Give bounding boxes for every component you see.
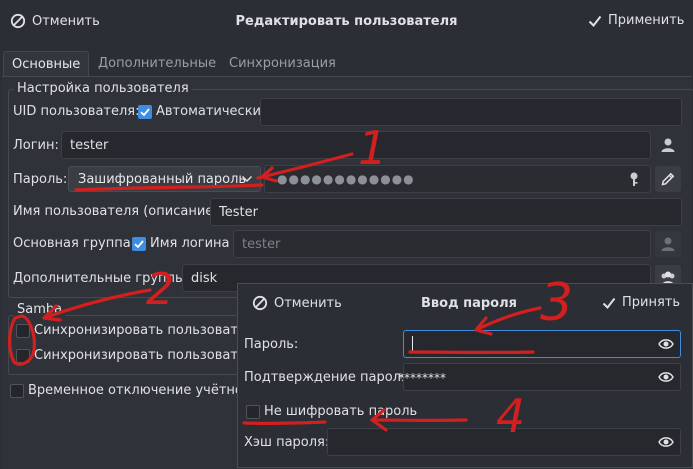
- extra-groups-label: Дополнительные группы:: [13, 271, 190, 286]
- chevron-down-icon: [241, 174, 253, 184]
- dialog-password-input[interactable]: [403, 330, 681, 358]
- primary-group-login-checkbox[interactable]: [132, 237, 146, 251]
- temp-disable-checkbox[interactable]: [10, 384, 24, 398]
- password-type-value: Зашифрованный пароль: [78, 172, 246, 187]
- eye-icon[interactable]: [658, 337, 674, 351]
- password-mask: ●●●●●●●●●●●●: [277, 172, 415, 186]
- password-label: Пароль:: [13, 172, 67, 187]
- dialog-confirm-input[interactable]: ********: [403, 363, 681, 391]
- login-label: Логин:: [13, 138, 59, 153]
- uid-auto-checkbox[interactable]: [138, 105, 152, 119]
- no-encrypt-label: Не шифровать пароль: [264, 404, 417, 419]
- tab-sync[interactable]: Синхронизация: [229, 52, 336, 76]
- user-icon[interactable]: [655, 132, 681, 158]
- no-encrypt-checkbox[interactable]: [246, 405, 260, 419]
- login-input[interactable]: tester: [61, 131, 651, 159]
- fullname-input[interactable]: Tester: [210, 198, 682, 226]
- dialog-title: Ввод пароля: [421, 296, 517, 311]
- tab-advanced[interactable]: Дополнительные: [98, 52, 216, 76]
- tab-basic[interactable]: Основные: [3, 51, 89, 78]
- password-type-select[interactable]: Зашифрованный пароль: [68, 166, 261, 192]
- checkmark-icon: [588, 14, 602, 28]
- eye-icon[interactable]: [658, 435, 674, 449]
- dialog-cancel-label: Отменить: [274, 296, 342, 311]
- uid-input[interactable]: [260, 98, 682, 126]
- extra-groups-value: disk: [191, 271, 217, 286]
- checkmark-icon: [138, 105, 152, 119]
- key-icon: [627, 171, 641, 187]
- dialog-password-label: Пароль:: [244, 337, 298, 352]
- text-caret: [412, 336, 413, 352]
- user-settings-title: Настройка пользователя: [14, 81, 192, 96]
- primary-group-login-label: Имя логина: [150, 236, 230, 251]
- cancel-icon: [252, 295, 268, 311]
- temp-disable-label: Временное отключение учётной: [28, 383, 251, 398]
- user-icon: [660, 236, 676, 252]
- select-group-button[interactable]: [655, 231, 681, 257]
- samba-title: Samba: [14, 302, 65, 317]
- dialog-header: Отменить Редактировать пользователя Прим…: [0, 0, 693, 44]
- samba-sync1-checkbox[interactable]: [16, 324, 30, 338]
- uid-label: UID пользователя:: [13, 104, 140, 119]
- password-display[interactable]: ●●●●●●●●●●●●: [264, 165, 651, 193]
- fullname-value: Tester: [219, 205, 258, 220]
- hash-label: Хэш пароля:: [244, 435, 329, 450]
- eye-icon[interactable]: [658, 370, 674, 384]
- edit-password-button[interactable]: [655, 166, 681, 192]
- dialog-accept-label: Принять: [622, 295, 680, 310]
- apply-button[interactable]: Применить: [588, 13, 684, 28]
- checkmark-icon: [132, 237, 146, 251]
- fullname-label: Имя пользователя (описание):: [13, 204, 223, 219]
- dialog-accept-button[interactable]: Принять: [602, 295, 680, 310]
- dialog-confirm-value: ********: [398, 371, 446, 385]
- samba-sync2-checkbox[interactable]: [16, 349, 30, 363]
- login-value: tester: [70, 138, 108, 153]
- checkmark-icon: [602, 296, 616, 310]
- pencil-icon: [660, 171, 676, 187]
- samba-sync1-label: Синхронизировать пользовател: [34, 323, 254, 338]
- primary-group-input[interactable]: tester: [233, 230, 651, 258]
- dialog-confirm-label: Подтверждение пароля:: [244, 370, 413, 385]
- dialog-cancel-button[interactable]: Отменить: [252, 295, 342, 311]
- samba-sync2-label: Синхронизировать пользовател: [34, 348, 254, 363]
- apply-button-label: Применить: [608, 13, 684, 28]
- primary-group-label: Основная группа:: [13, 236, 135, 251]
- uid-auto-label: Автоматически: [156, 104, 261, 119]
- hash-input[interactable]: [327, 428, 681, 456]
- password-dialog: Отменить Ввод пароля Принять Пароль: Под…: [237, 283, 693, 468]
- primary-group-value: tester: [242, 237, 280, 252]
